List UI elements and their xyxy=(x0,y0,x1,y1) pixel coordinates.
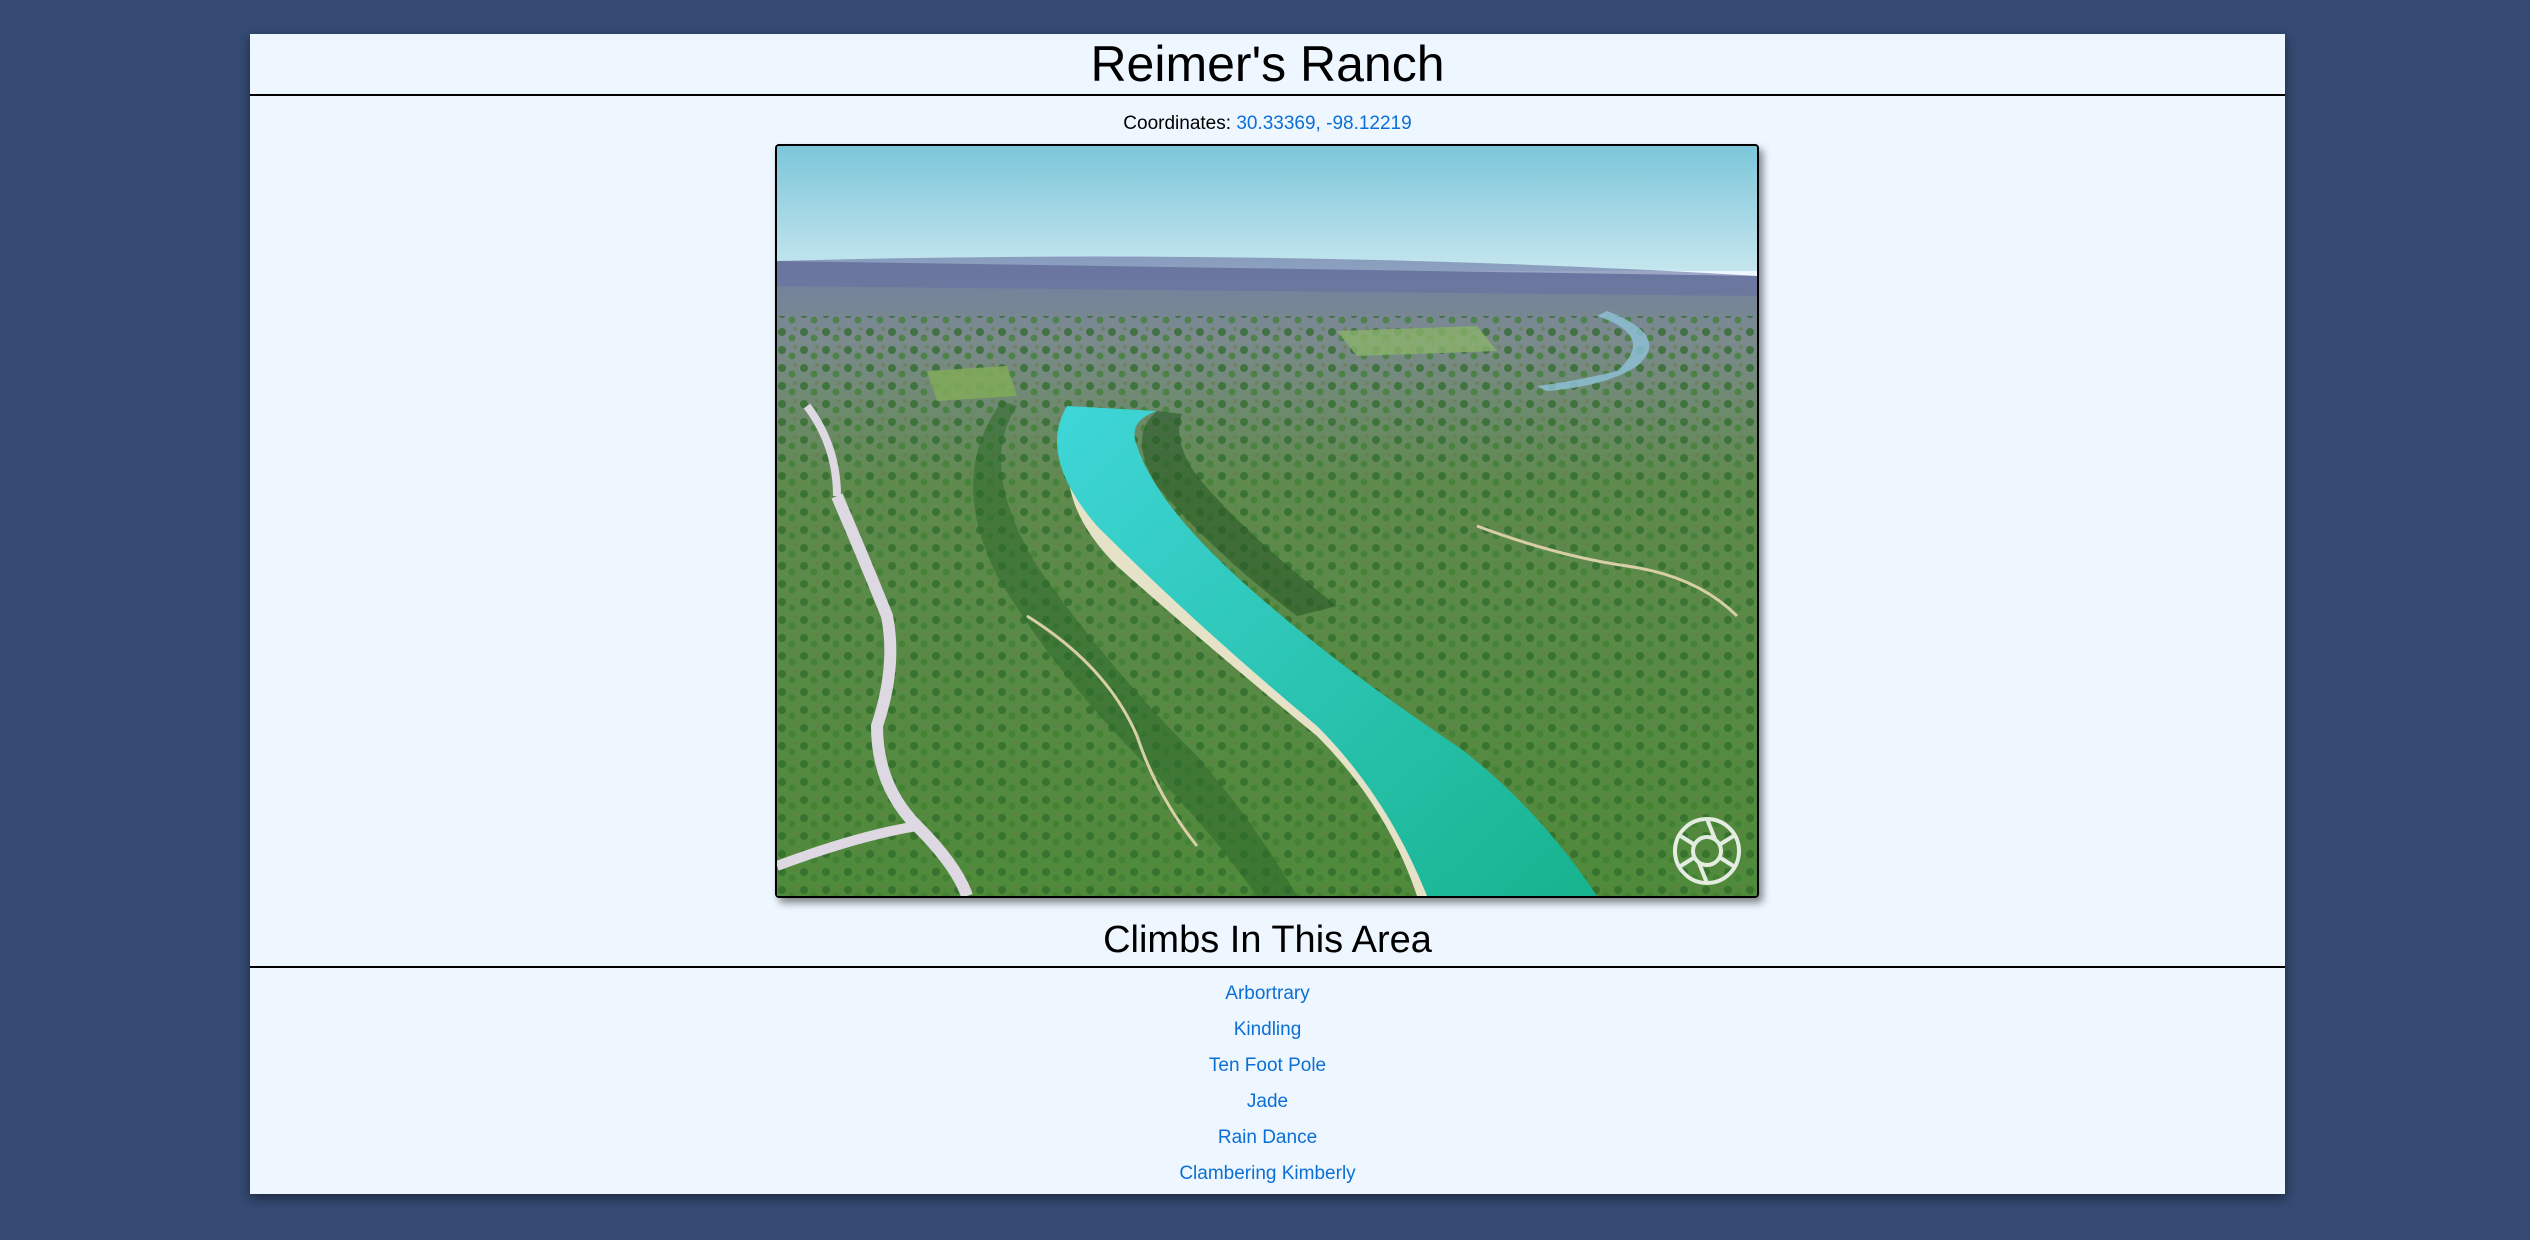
coordinates-line: Coordinates: 30.33369, -98.12219 xyxy=(250,112,2285,136)
list-item: Arbortrary xyxy=(250,976,2285,1012)
page-title: Reimer's Ranch xyxy=(250,34,2285,96)
climb-link[interactable]: Arbortrary xyxy=(1225,983,1309,1004)
list-item: Kindling xyxy=(250,1012,2285,1048)
list-item: Rain Dance xyxy=(250,1120,2285,1156)
climb-link[interactable]: Clambering Kimberly xyxy=(1179,1163,1355,1184)
climb-link[interactable]: Jade xyxy=(1247,1091,1288,1112)
climb-link[interactable]: Rain Dance xyxy=(1218,1127,1317,1148)
coordinates-link[interactable]: 30.33369, -98.12219 xyxy=(1236,113,1411,134)
climb-link[interactable]: Ten Foot Pole xyxy=(1209,1055,1326,1076)
coordinates-label: Coordinates: xyxy=(1123,113,1232,134)
list-item: Jade xyxy=(250,1084,2285,1120)
area-photo xyxy=(775,144,1759,898)
area-page: Reimer's Ranch Coordinates: 30.33369, -9… xyxy=(250,34,2285,1194)
climb-list: Arbortrary Kindling Ten Foot Pole Jade R… xyxy=(250,976,2285,1192)
list-item: Clambering Kimberly xyxy=(250,1156,2285,1192)
climbs-heading: Climbs In This Area xyxy=(250,914,2285,968)
list-item: Ten Foot Pole xyxy=(250,1048,2285,1084)
climb-link[interactable]: Kindling xyxy=(1234,1019,1302,1040)
